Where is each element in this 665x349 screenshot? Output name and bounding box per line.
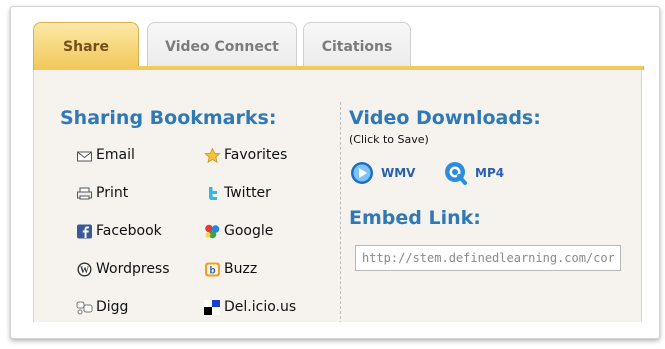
share-email-link[interactable]: Email <box>76 147 135 163</box>
quicktime-icon <box>443 161 469 185</box>
google-icon <box>204 224 221 239</box>
share-buzz-label: Buzz <box>224 261 258 277</box>
twitter-icon <box>204 186 221 201</box>
facebook-icon <box>76 224 93 239</box>
column-divider <box>340 102 341 324</box>
share-facebook-label: Facebook <box>96 223 162 239</box>
share-google-link[interactable]: Google <box>204 223 273 239</box>
share-facebook-link[interactable]: Facebook <box>76 223 162 239</box>
download-mp4-label: MP4 <box>475 166 505 180</box>
tab-video-connect[interactable]: Video Connect <box>147 22 297 66</box>
delicious-icon <box>204 299 221 315</box>
envelope-icon <box>76 148 93 163</box>
star-icon <box>204 147 221 163</box>
share-print-link[interactable]: Print <box>76 185 128 201</box>
share-digg-label: Digg <box>96 299 129 315</box>
download-wmv-link[interactable]: WMV <box>349 161 415 185</box>
share-twitter-label: Twitter <box>224 185 271 201</box>
download-wmv-label: WMV <box>381 166 416 180</box>
download-mp4-link[interactable]: MP4 <box>443 161 504 185</box>
share-delicious-link[interactable]: Del.icio.us <box>204 299 296 315</box>
share-favorites-link[interactable]: Favorites <box>204 147 287 163</box>
panel-bottom-edge <box>33 322 642 337</box>
share-buzz-link[interactable]: b Buzz <box>204 261 257 277</box>
click-to-save-hint: (Click to Save) <box>349 133 429 146</box>
share-digg-link[interactable]: Digg <box>76 299 128 315</box>
wordpress-icon: W <box>76 262 93 277</box>
tab-citations[interactable]: Citations <box>303 22 411 66</box>
buzz-icon: b <box>204 262 221 277</box>
share-wordpress-label: Wordpress <box>96 261 170 277</box>
share-google-label: Google <box>224 223 274 239</box>
svg-text:b: b <box>209 265 215 276</box>
windows-media-icon <box>349 161 375 185</box>
share-print-label: Print <box>96 185 129 201</box>
embed-link-field[interactable] <box>355 245 621 271</box>
share-delicious-label: Del.icio.us <box>224 299 297 315</box>
share-wordpress-link[interactable]: W Wordpress <box>76 261 170 277</box>
share-email-label: Email <box>96 147 135 163</box>
digg-icon <box>76 300 93 315</box>
sharing-bookmarks-heading: Sharing Bookmarks: <box>60 107 277 129</box>
tab-share[interactable]: Share <box>33 22 139 68</box>
video-downloads-heading: Video Downloads: <box>349 107 541 129</box>
share-twitter-link[interactable]: Twitter <box>204 185 271 201</box>
share-favorites-label: Favorites <box>224 147 288 163</box>
embed-link-heading: Embed Link: <box>349 207 481 229</box>
svg-text:W: W <box>80 265 89 275</box>
printer-icon <box>76 186 93 201</box>
